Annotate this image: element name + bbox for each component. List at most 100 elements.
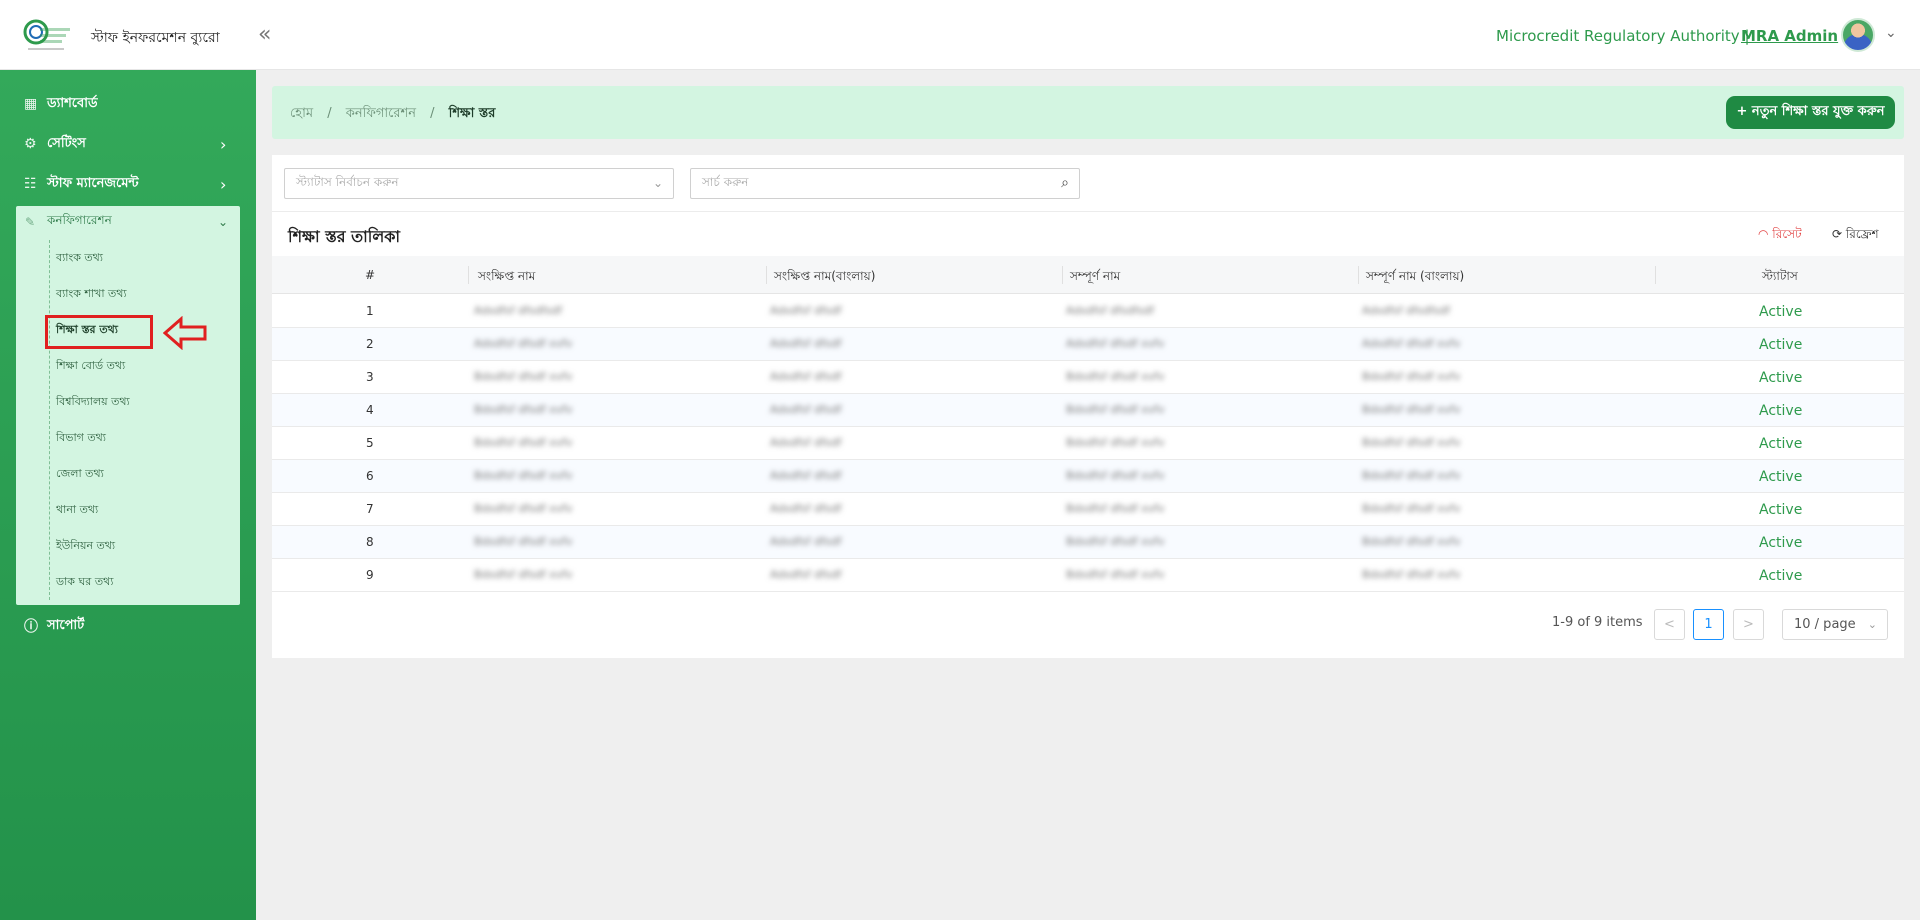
breadcrumb-separator: / (327, 106, 332, 121)
breadcrumb-config[interactable]: কনফিগারেশন (346, 106, 416, 121)
cell-value: Adsdfsf dfsdf xvfv (1066, 337, 1165, 350)
cell-value: Adsdfsf dfsdf (770, 370, 842, 383)
sidebar-item-staff[interactable]: ☷ স্টাফ ম্যানেজমেন্ট › (0, 164, 256, 204)
users-icon: ☷ (24, 176, 37, 192)
page-size-label: 10 / page (1794, 617, 1856, 632)
table-row: 6 Bdsdfsf dfsdf xvfv Adsdfsf dfsdf Bdsdfsf … (272, 460, 1904, 493)
row-index: 5 (366, 436, 374, 450)
mra-logo-icon (23, 19, 70, 50)
row-index: 3 (366, 370, 374, 384)
breadcrumb-current: শিক্ষা স্তর (448, 106, 496, 121)
column-header: সংক্ষিপ্ত নাম (478, 269, 536, 283)
next-page-button[interactable]: > (1733, 609, 1764, 640)
cell-value: Bdsdfsf dfsdf xvfv (474, 370, 573, 383)
table-row: 9 Bdsdfsf dfsdf xvfv Adsdfsf dfsdf Bdsdfsf … (272, 559, 1904, 592)
table-title: শিক্ষা স্তর তালিকা (288, 227, 401, 246)
breadcrumb: হোম / কনফিগারেশন / শিক্ষা স্তর (290, 104, 495, 125)
row-index: 4 (366, 403, 374, 417)
breadcrumb-bar: হোম / কনফিগারেশন / শিক্ষা স্তর + নতুন শি… (272, 86, 1904, 139)
chevron-down-icon[interactable]: ⌄ (1885, 25, 1897, 41)
sidebar-item-dashboard[interactable]: ▦ ড্যাশবোর্ড (0, 84, 256, 124)
submenu-bank-branch-info[interactable]: ব্যাংক শাখা তথ্য (56, 285, 127, 304)
submenu-bank-info[interactable]: ব্যাংক তথ্য (56, 249, 103, 268)
row-index: 6 (366, 469, 374, 483)
column-divider (1358, 266, 1359, 284)
cell-value: Bdsdfsf dfsdf xvfv (1066, 469, 1165, 482)
table-row: 8 Bdsdfsf dfsdf xvfv Adsdfsf dfsdf Bdsdfsf … (272, 526, 1904, 559)
sidebar-item-settings[interactable]: ⚙ সেটিংস › (0, 124, 256, 164)
search-icon[interactable]: ⌕ (1061, 175, 1069, 191)
configuration-submenu: ✎ কনফিগারেশন ⌄ ব্যাংক তথ্য ব্যাংক শাখা ত… (16, 206, 240, 605)
submenu-union-info[interactable]: ইউনিয়ন তথ্য (56, 537, 115, 556)
cell-value: Bdsdfsf dfsdf xvfv (474, 502, 573, 515)
cell-value: Adsdfsf dfsdf (770, 535, 842, 548)
cell-value: Adsdfsf dfsdf (770, 436, 842, 449)
table-row: 3 Bdsdfsf dfsdf xvfv Adsdfsf dfsdf Bdsdfsf … (272, 361, 1904, 394)
cell-value: Adsdfsf dfsdf xvfv (1362, 337, 1461, 350)
add-education-level-button[interactable]: + নতুন শিক্ষা স্তর যুক্ত করুন (1726, 96, 1895, 129)
sidebar-item-support[interactable]: ⓘ সাপোর্ট (0, 606, 256, 646)
submenu-university-info[interactable]: বিশ্ববিদ্যালয় তথ্য (56, 393, 130, 412)
cell-value: Bdsdfsf dfsdf xvfv (1362, 535, 1461, 548)
cell-value: Bdsdfsf dfsdf xvfv (1362, 370, 1461, 383)
current-page-button[interactable]: 1 (1693, 609, 1724, 640)
prev-page-button[interactable]: < (1654, 609, 1685, 640)
status-select[interactable]: স্ট্যাটাস নির্বাচন করুন ⌄ (284, 168, 674, 199)
reset-button[interactable]: ◠ রিসেট (1758, 226, 1802, 246)
status-value: Active (1759, 337, 1803, 353)
user-name-link[interactable]: MRA Admin (1741, 27, 1838, 45)
table-row: 2 Adsdfsf dfsdf xvfv Adsdfsf dfsdf Adsdfsf … (272, 328, 1904, 361)
cell-value: Bdsdfsf dfsdf xvfv (474, 568, 573, 581)
page-size-select[interactable]: 10 / page ⌄ (1782, 609, 1888, 640)
table-header: # সংক্ষিপ্ত নাম সংক্ষিপ্ত নাম(বাংলায়) স… (272, 256, 1904, 294)
cell-value: Bdsdfsf dfsdf xvfv (474, 535, 573, 548)
chevron-right-icon: › (220, 174, 227, 194)
status-value: Active (1759, 502, 1803, 518)
cell-value: Adsdfsf dfsdfsdf (474, 304, 563, 317)
submenu-post-office-info[interactable]: ডাক ঘর তথ্য (56, 573, 113, 592)
cell-value: Adsdfsf dfsdf (770, 502, 842, 515)
search-input[interactable]: সার্চ করুন ⌕ (690, 168, 1080, 199)
row-index: 7 (366, 502, 374, 516)
status-value: Active (1759, 403, 1803, 419)
cell-value: Bdsdfsf dfsdf xvfv (1066, 436, 1165, 449)
breadcrumb-home[interactable]: হোম (290, 106, 313, 121)
status-value: Active (1759, 370, 1803, 386)
submenu-thana-info[interactable]: থানা তথ্য (56, 501, 98, 520)
cell-value: Adsdfsf dfsdfsdf (1362, 304, 1451, 317)
status-select-placeholder: স্ট্যাটাস নির্বাচন করুন (296, 174, 399, 189)
refresh-icon: ⟳ (1832, 227, 1846, 241)
cell-value: Bdsdfsf dfsdf xvfv (1362, 502, 1461, 515)
column-divider (766, 266, 767, 284)
sidebar-item-label: কনফিগারেশন (47, 213, 112, 227)
table-row: 7 Bdsdfsf dfsdf xvfv Adsdfsf dfsdf Bdsdfsf … (272, 493, 1904, 526)
submenu-district-info[interactable]: জেলা তথ্য (56, 465, 104, 484)
sidebar-collapse-icon[interactable]: « (258, 22, 271, 47)
submenu-division-info[interactable]: বিভাগ তথ্য (56, 429, 106, 448)
search-placeholder: সার্চ করুন (702, 174, 749, 189)
status-value: Active (1759, 469, 1803, 485)
cell-value: Bdsdfsf dfsdf xvfv (1066, 568, 1165, 581)
column-divider (468, 266, 469, 284)
status-value: Active (1759, 304, 1803, 320)
avatar[interactable] (1841, 18, 1875, 52)
gear-icon: ⚙ (24, 136, 37, 152)
reset-label: রিসেট (1772, 227, 1802, 241)
sidebar-item-label: সেটিংস (47, 135, 86, 151)
chevron-down-icon: ⌄ (652, 176, 663, 190)
row-index: 1 (366, 304, 374, 318)
chevron-down-icon: ⌄ (218, 215, 229, 229)
column-header: সম্পূর্ণ নাম (1070, 269, 1121, 283)
table-row: 4 Bdsdfsf dfsdf xvfv Adsdfsf dfsdf Bdsdfsf … (272, 394, 1904, 427)
sidebar-item-label: স্টাফ ম্যানেজমেন্ট (47, 175, 139, 191)
arrow-left-icon (163, 316, 207, 350)
status-value: Active (1759, 568, 1803, 584)
chevron-down-icon: ⌄ (1867, 618, 1877, 631)
cell-value: Bdsdfsf dfsdf xvfv (474, 469, 573, 482)
sidebar-item-label: ড্যাশবোর্ড (47, 95, 98, 111)
table-row: 5 Bdsdfsf dfsdf xvfv Adsdfsf dfsdf Bdsdfsf … (272, 427, 1904, 460)
submenu-education-board-info[interactable]: শিক্ষা বোর্ড তথ্য (56, 357, 125, 376)
cell-value: Adsdfsf dfsdf xvfv (474, 337, 573, 350)
refresh-button[interactable]: ⟳ রিফ্রেশ (1832, 226, 1879, 246)
sidebar-item-configuration[interactable]: ✎ কনফিগারেশন ⌄ (16, 206, 240, 238)
